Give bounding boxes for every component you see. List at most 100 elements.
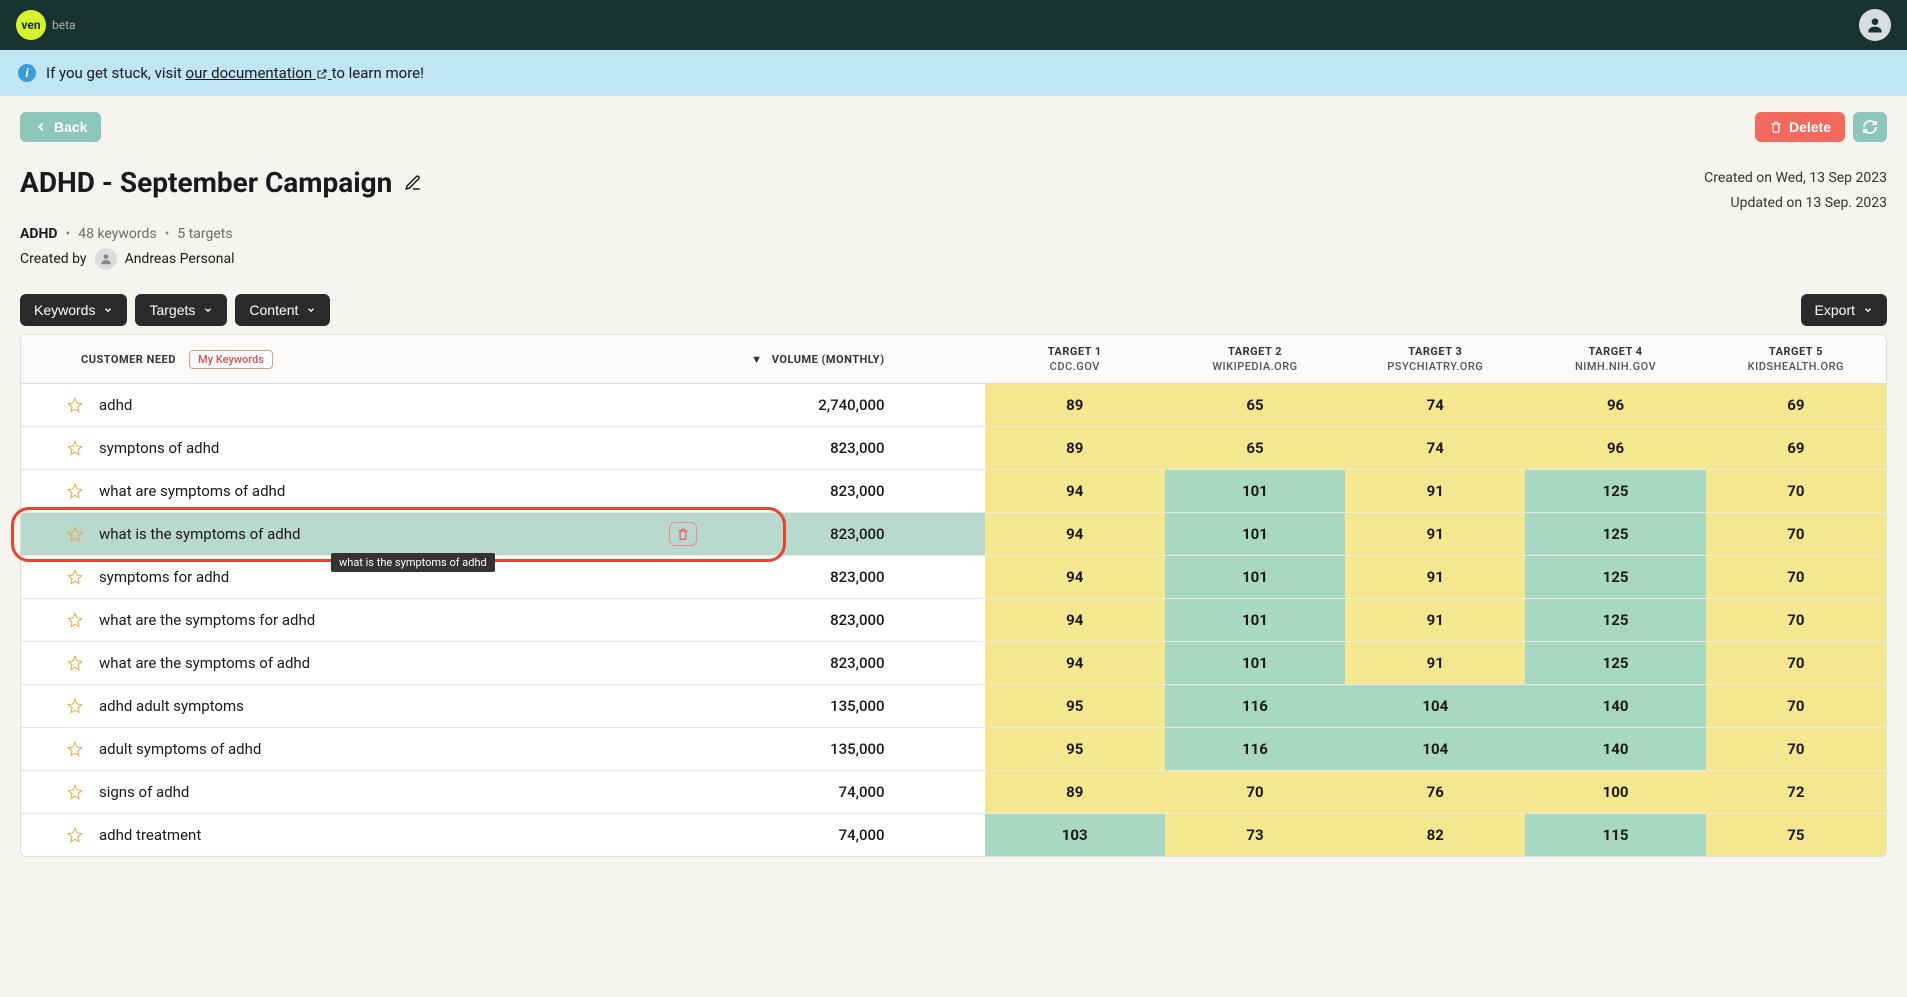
metric-cell: 65 bbox=[1165, 427, 1345, 470]
star-icon[interactable] bbox=[67, 440, 83, 456]
user-icon bbox=[99, 252, 113, 266]
keyword-text: signs of adhd bbox=[99, 783, 717, 801]
table-row[interactable]: adhd treatment74,000103738211575 bbox=[21, 814, 1886, 857]
volume-cell: 823,000 bbox=[717, 427, 984, 470]
star-icon[interactable] bbox=[67, 655, 83, 671]
keyword-text: adult symptoms of adhd bbox=[99, 740, 717, 758]
metric-cell: 70 bbox=[1706, 513, 1886, 556]
metric-cell: 69 bbox=[1706, 427, 1886, 470]
logo[interactable]: ven beta bbox=[16, 10, 76, 40]
metric-cell: 76 bbox=[1345, 771, 1525, 814]
metric-cell: 70 bbox=[1706, 642, 1886, 685]
metric-cell: 101 bbox=[1165, 642, 1345, 685]
metric-cell: 96 bbox=[1525, 427, 1705, 470]
trash-icon bbox=[676, 527, 690, 541]
metric-cell: 91 bbox=[1345, 599, 1525, 642]
documentation-link[interactable]: our documentation bbox=[186, 64, 332, 82]
table-row[interactable]: what is the symptoms of adhd823,00094101… bbox=[21, 513, 1886, 556]
metric-cell: 140 bbox=[1525, 685, 1705, 728]
table-row[interactable]: adhd adult symptoms135,0009511610414070 bbox=[21, 685, 1886, 728]
star-icon[interactable] bbox=[67, 526, 83, 542]
topic-badge: ADHD bbox=[20, 226, 58, 242]
user-avatar[interactable] bbox=[1859, 9, 1891, 41]
user-icon bbox=[1865, 15, 1885, 35]
metric-cell: 70 bbox=[1706, 599, 1886, 642]
metric-cell: 94 bbox=[985, 642, 1165, 685]
star-icon[interactable] bbox=[67, 397, 83, 413]
edit-icon[interactable] bbox=[404, 174, 422, 192]
table-row[interactable]: signs of adhd74,00089707610072 bbox=[21, 771, 1886, 814]
volume-cell: 2,740,000 bbox=[717, 384, 984, 427]
tooltip: what is the symptoms of adhd bbox=[331, 553, 495, 572]
volume-cell: 823,000 bbox=[717, 513, 984, 556]
metric-cell: 94 bbox=[985, 513, 1165, 556]
info-suffix: to learn more! bbox=[332, 64, 424, 82]
col-volume[interactable]: ▼ VOLUME (MONTHLY) bbox=[717, 335, 984, 384]
row-delete-button[interactable] bbox=[669, 522, 697, 546]
keywords-dropdown[interactable]: Keywords bbox=[20, 294, 127, 326]
refresh-button[interactable] bbox=[1853, 112, 1887, 142]
keyword-text: symptons of adhd bbox=[99, 439, 717, 457]
metric-cell: 94 bbox=[985, 556, 1165, 599]
delete-button[interactable]: Delete bbox=[1755, 112, 1845, 142]
info-prefix: If you get stuck, visit bbox=[46, 64, 186, 82]
external-link-icon bbox=[316, 68, 328, 80]
metric-cell: 125 bbox=[1525, 642, 1705, 685]
metric-cell: 70 bbox=[1706, 556, 1886, 599]
created-by-row: Created by Andreas Personal bbox=[20, 248, 1887, 270]
star-icon[interactable] bbox=[67, 827, 83, 843]
table-row[interactable]: what are the symptoms for adhd823,000941… bbox=[21, 599, 1886, 642]
table-row[interactable]: adult symptoms of adhd135,00095116104140… bbox=[21, 728, 1886, 771]
my-keywords-badge[interactable]: My Keywords bbox=[189, 350, 273, 369]
star-icon[interactable] bbox=[67, 569, 83, 585]
star-icon[interactable] bbox=[67, 612, 83, 628]
col-target-4[interactable]: TARGET 4NIMH.NIH.GOV bbox=[1525, 335, 1705, 384]
metric-cell: 116 bbox=[1165, 685, 1345, 728]
chevron-down-icon bbox=[306, 305, 316, 315]
table-row[interactable]: symptoms for adhd823,000941019112570 bbox=[21, 556, 1886, 599]
metric-cell: 101 bbox=[1165, 470, 1345, 513]
back-label: Back bbox=[54, 119, 87, 135]
metric-cell: 96 bbox=[1525, 384, 1705, 427]
star-icon[interactable] bbox=[67, 741, 83, 757]
keyword-text: adhd adult symptoms bbox=[99, 697, 717, 715]
metric-cell: 89 bbox=[985, 427, 1165, 470]
table-row[interactable]: what are the symptoms of adhd823,0009410… bbox=[21, 642, 1886, 685]
metric-cell: 125 bbox=[1525, 599, 1705, 642]
targets-count: 5 targets bbox=[177, 226, 232, 242]
export-dropdown[interactable]: Export bbox=[1801, 294, 1887, 326]
created-on: Created on Wed, 13 Sep 2023 bbox=[1704, 166, 1887, 191]
sort-desc-icon: ▼ bbox=[751, 353, 762, 366]
table-row[interactable]: adhd2,740,0008965749669 bbox=[21, 384, 1886, 427]
metric-cell: 95 bbox=[985, 728, 1165, 771]
info-icon: i bbox=[18, 64, 36, 82]
col-target-1[interactable]: TARGET 1CDC.GOV bbox=[985, 335, 1165, 384]
metric-cell: 91 bbox=[1345, 470, 1525, 513]
metric-cell: 70 bbox=[1706, 685, 1886, 728]
volume-cell: 823,000 bbox=[717, 599, 984, 642]
metric-cell: 74 bbox=[1345, 384, 1525, 427]
trash-icon bbox=[1769, 120, 1783, 134]
table-row[interactable]: what are symptoms of adhd823,00094101911… bbox=[21, 470, 1886, 513]
arrow-left-icon bbox=[34, 120, 48, 134]
col-target-2[interactable]: TARGET 2WIKIPEDIA.ORG bbox=[1165, 335, 1345, 384]
metric-cell: 91 bbox=[1345, 642, 1525, 685]
star-icon[interactable] bbox=[67, 698, 83, 714]
col-target-3[interactable]: TARGET 3PSYCHIATRY.ORG bbox=[1345, 335, 1525, 384]
targets-dropdown[interactable]: Targets bbox=[135, 294, 227, 326]
creator-name: Andreas Personal bbox=[125, 251, 235, 267]
col-target-5[interactable]: TARGET 5KIDSHEALTH.ORG bbox=[1706, 335, 1886, 384]
star-icon[interactable] bbox=[67, 483, 83, 499]
metric-cell: 116 bbox=[1165, 728, 1345, 771]
keyword-text: what is the symptoms of adhd bbox=[99, 525, 653, 543]
table-row[interactable]: symptons of adhd823,0008965749669 bbox=[21, 427, 1886, 470]
chevron-down-icon bbox=[203, 305, 213, 315]
metric-cell: 104 bbox=[1345, 728, 1525, 771]
back-button[interactable]: Back bbox=[20, 112, 101, 142]
info-banner: i If you get stuck, visit our documentat… bbox=[0, 50, 1907, 96]
content-dropdown[interactable]: Content bbox=[235, 294, 330, 326]
topbar: ven beta bbox=[0, 0, 1907, 50]
star-icon[interactable] bbox=[67, 784, 83, 800]
logo-mark: ven bbox=[16, 10, 46, 40]
col-customer-need[interactable]: CUSTOMER NEED My Keywords bbox=[21, 335, 717, 384]
